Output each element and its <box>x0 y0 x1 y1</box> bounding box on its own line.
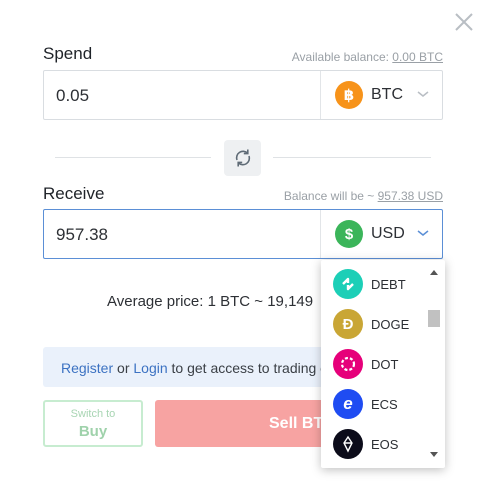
btc-coin-icon: ฿ <box>335 81 363 109</box>
balance-will-be-value[interactable]: 957.38 USD <box>378 189 443 203</box>
spend-amount-input[interactable]: 0.05 <box>56 86 89 106</box>
receive-field: 957.38 $ USD <box>43 209 443 259</box>
notice-or: or <box>113 360 134 376</box>
switch-to-buy-button[interactable]: Switch to Buy <box>43 400 143 447</box>
balance-will-be: Balance will be ~ 957.38 USD <box>284 189 443 203</box>
receive-amount-input[interactable]: 957.38 <box>56 225 108 245</box>
eos-coin-icon <box>333 429 363 459</box>
ecs-coin-icon: e <box>333 389 363 419</box>
usd-coin-icon: $ <box>335 220 363 248</box>
spend-currency-code: BTC <box>371 86 403 103</box>
dropdown-scrollbar[interactable] <box>425 260 443 468</box>
dropdown-item-label: EOS <box>371 437 399 452</box>
dropdown-item-label: DOT <box>371 357 399 372</box>
dropdown-item-dot[interactable]: DOT <box>321 344 429 384</box>
close-icon[interactable] <box>453 11 475 33</box>
dropdown-item-label: ECS <box>371 397 398 412</box>
scrollbar-thumb[interactable] <box>428 310 440 327</box>
dot-coin-icon <box>333 349 363 379</box>
spend-field: 0.05 ฿ BTC <box>43 70 443 120</box>
doge-coin-icon: Đ <box>333 309 363 339</box>
notice-text: to get access to trading o <box>167 360 328 376</box>
chevron-down-icon <box>417 230 429 236</box>
divider-left <box>55 157 211 158</box>
debt-coin-icon <box>333 269 363 299</box>
spend-currency-select[interactable]: ฿ BTC <box>320 71 443 119</box>
scroll-down-icon[interactable] <box>430 452 438 457</box>
available-balance-prefix: Available balance: <box>291 50 393 64</box>
dropdown-item-debt[interactable]: DEBT <box>321 264 429 304</box>
available-balance: Available balance: 0.00 BTC <box>292 50 443 64</box>
buy-label: Buy <box>78 423 108 440</box>
dropdown-item-label: DEBT <box>371 277 406 292</box>
swap-icon <box>235 149 250 167</box>
divider-right <box>273 157 431 158</box>
dropdown-item-label: DOGE <box>371 317 410 332</box>
chevron-down-icon <box>417 91 429 97</box>
receive-currency-select[interactable]: $ USD <box>320 210 443 258</box>
register-link[interactable]: Register <box>61 360 113 376</box>
switch-to-label: Switch to <box>70 408 116 420</box>
receive-currency-code: USD <box>371 225 405 242</box>
login-link[interactable]: Login <box>133 360 167 376</box>
dropdown-item-eos[interactable]: EOS <box>321 424 429 464</box>
receive-label: Receive <box>43 184 105 203</box>
spend-label: Spend <box>43 44 93 63</box>
swap-button[interactable] <box>224 140 261 176</box>
scroll-up-icon[interactable] <box>430 270 438 275</box>
dropdown-item-doge[interactable]: Đ DOGE <box>321 304 429 344</box>
balance-will-be-prefix: Balance will be ~ <box>283 189 378 203</box>
available-balance-value[interactable]: 0.00 BTC <box>392 50 443 64</box>
dropdown-item-ecs[interactable]: e ECS <box>321 384 429 424</box>
